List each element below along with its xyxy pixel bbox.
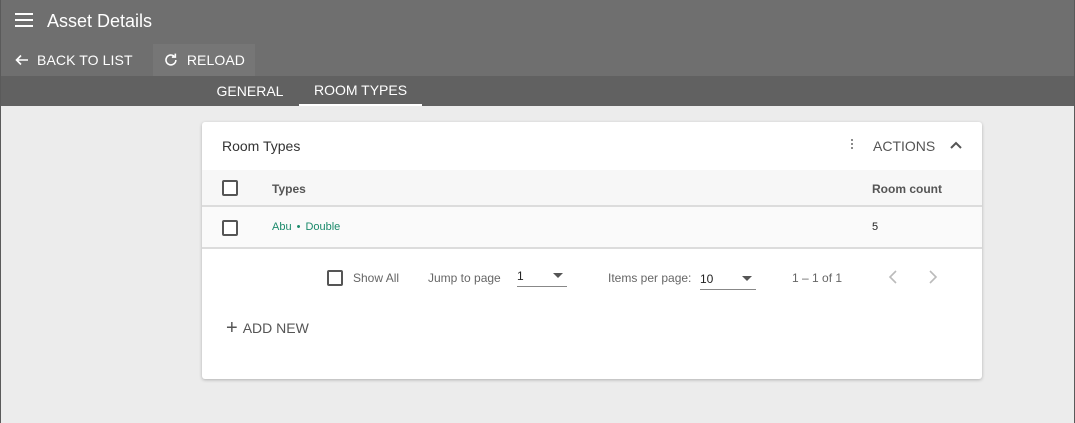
jump-to-page-value: 1 <box>517 269 524 283</box>
chevron-right-icon[interactable] <box>928 269 938 290</box>
items-per-page-select[interactable]: 10 <box>700 270 756 290</box>
jump-to-page-label: Jump to page <box>428 271 501 285</box>
add-new-button[interactable]: + ADD NEW <box>226 317 309 339</box>
room-type-separator: • <box>296 221 301 233</box>
caret-down-icon <box>742 276 752 281</box>
menu-icon[interactable] <box>15 13 33 27</box>
column-header-room-count: Room count <box>872 182 942 196</box>
chevron-up-icon[interactable] <box>950 138 962 156</box>
room-type-kind: Double <box>305 221 341 233</box>
actions-button[interactable]: ACTIONS <box>873 138 935 154</box>
pagination-bar: Show All Jump to page 1 Items per page: … <box>202 249 982 309</box>
title-row: Asset Details <box>1 0 1074 42</box>
items-per-page-label: Items per page: <box>608 271 692 285</box>
table-header: Types Room count <box>202 170 982 207</box>
reload-button[interactable]: RELOAD <box>153 44 255 76</box>
page-title: Asset Details <box>47 11 153 31</box>
refresh-icon <box>165 53 177 66</box>
add-new-label: ADD NEW <box>242 320 309 336</box>
table-row: Abu • Double 5 <box>202 207 982 249</box>
back-to-list-label: BACK TO LIST <box>37 52 133 68</box>
tab-room-types[interactable]: ROOM TYPES <box>299 76 422 106</box>
more-vert-icon[interactable] <box>850 139 854 153</box>
jump-to-page-select[interactable]: 1 <box>517 267 567 287</box>
room-types-card: Room Types ACTIONS Types Room count Abu •… <box>202 122 982 379</box>
show-all-label: Show All <box>353 271 400 285</box>
show-all-checkbox[interactable] <box>327 270 343 286</box>
reload-label: RELOAD <box>186 52 245 68</box>
select-all-checkbox[interactable] <box>222 180 238 196</box>
tab-bar: GENERAL ROOM TYPES <box>1 76 1074 106</box>
back-to-list-button[interactable]: BACK TO LIST <box>7 44 141 76</box>
items-per-page-value: 10 <box>700 272 714 286</box>
room-type-name: Abu <box>272 221 292 233</box>
card-title: Room Types <box>222 138 301 154</box>
column-header-types: Types <box>272 182 306 196</box>
tab-general[interactable]: GENERAL <box>201 76 299 106</box>
room-type-link[interactable]: Abu • Double <box>272 221 340 233</box>
plus-icon: + <box>226 317 238 339</box>
caret-down-icon <box>553 273 563 278</box>
arrow-left-icon <box>15 54 28 66</box>
pagination-range: 1 – 1 of 1 <box>792 271 843 285</box>
app-bar: Asset Details BACK TO LIST RELOAD <box>1 0 1074 76</box>
room-count-value: 5 <box>872 221 879 233</box>
row-checkbox[interactable] <box>222 220 238 236</box>
chevron-left-icon[interactable] <box>888 269 898 290</box>
